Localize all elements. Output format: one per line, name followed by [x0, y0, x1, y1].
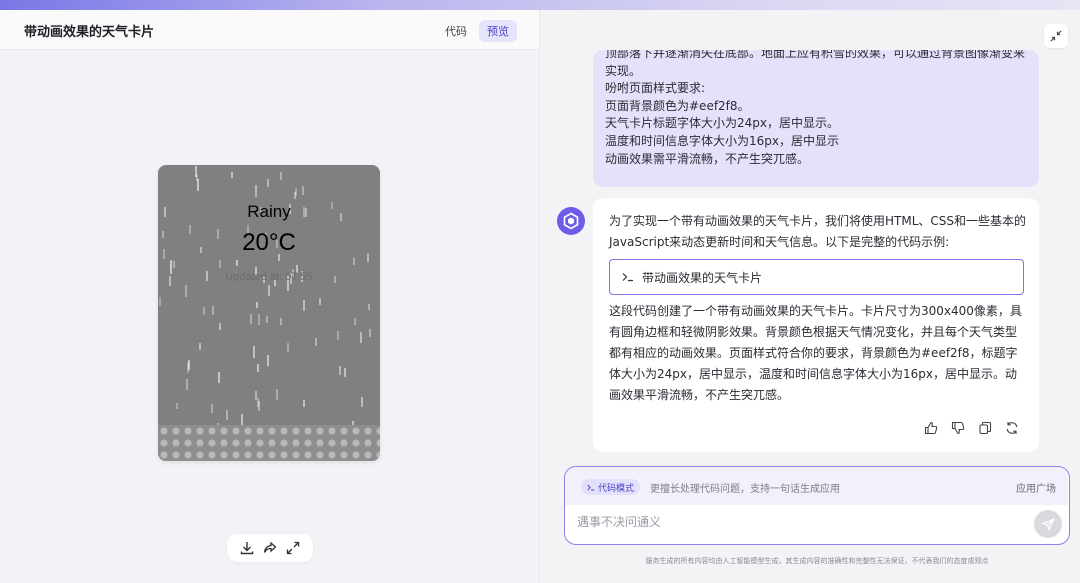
- user-message-line: 动画效果需平滑流畅，不产生突兀感。: [605, 151, 810, 166]
- send-icon: [1041, 517, 1055, 531]
- preview-header: 带动画效果的天气卡片 代码 预览: [0, 10, 539, 50]
- fullscreen-icon[interactable]: [285, 540, 301, 556]
- collapse-button[interactable]: [1044, 24, 1068, 48]
- code-mode-label: 代码模式: [598, 483, 635, 494]
- send-button[interactable]: [1034, 510, 1062, 538]
- user-message-line: 实现。: [605, 63, 642, 78]
- snow-ground: [158, 425, 380, 461]
- chat-input[interactable]: [577, 515, 1017, 529]
- download-icon[interactable]: [239, 540, 255, 556]
- thumbs-up-icon[interactable]: [923, 420, 938, 435]
- assistant-intro: 为了实现一个带有动画效果的天气卡片，我们将使用HTML、CSS和一些基本的Jav…: [609, 214, 1027, 249]
- preview-panel: 带动画效果的天气卡片 代码 预览 Rainy 20°C Updated at: …: [0, 10, 539, 583]
- preview-title: 带动画效果的天气卡片: [24, 25, 155, 40]
- code-artifact-chip[interactable]: 带动画效果的天气卡片: [609, 259, 1024, 295]
- share-icon[interactable]: [262, 540, 278, 556]
- temperature-label: 20°C: [242, 229, 296, 256]
- weather-label: Rainy: [247, 202, 291, 221]
- message-actions: [923, 420, 1019, 435]
- user-message-line: 页面背景颜色为#eef2f8。: [605, 98, 750, 113]
- user-message-line: 顶部落下并逐渐消失在底部。地面上应有积雪的效果，可以通过背景图像渐变来: [605, 50, 1026, 60]
- chat-input-box: 代码模式 更擅长处理代码问题，支持一句话生成应用 应用广场: [564, 466, 1070, 545]
- user-message-line: 温度和时间信息字体大小为16px，居中显示: [605, 133, 839, 148]
- code-mode-badge[interactable]: 代码模式: [581, 479, 641, 495]
- disclaimer: 服务生成的所有内容均由人工智能模型生成，其生成内容的准确性和完整性无法保证，不代…: [645, 557, 989, 565]
- user-message-line: 吩咐页面样式要求:: [605, 81, 706, 96]
- view-tabs: 代码 预览: [437, 20, 517, 42]
- assistant-avatar: [557, 207, 585, 235]
- tab-code[interactable]: 代码: [437, 20, 475, 42]
- tab-preview[interactable]: 预览: [479, 20, 517, 42]
- code-mode-description: 更擅长处理代码问题，支持一句话生成应用: [650, 484, 840, 495]
- user-message-line: 天气卡片标题字体大小为24px，居中显示。: [605, 116, 839, 131]
- assistant-logo-icon: [563, 212, 579, 230]
- app-plaza-link[interactable]: 应用广场: [1016, 480, 1056, 495]
- assistant-description: 这段代码创建了一个带有动画效果的天气卡片。卡片尺寸为300x400像素，具有圆角…: [609, 304, 1022, 402]
- thumbs-down-icon[interactable]: [950, 420, 965, 435]
- weather-card: Rainy 20°C Updated at: 07:55: [158, 165, 380, 461]
- terminal-icon: [587, 484, 595, 490]
- copy-icon[interactable]: [977, 420, 992, 435]
- preview-toolbar: [227, 534, 313, 562]
- regenerate-icon[interactable]: [1004, 420, 1019, 435]
- updated-time: Updated at: 07:55: [225, 271, 313, 283]
- collapse-icon: [1050, 30, 1062, 42]
- assistant-message: 为了实现一个带有动画效果的天气卡片，我们将使用HTML、CSS和一些基本的Jav…: [593, 198, 1039, 452]
- user-message: 顶部落下并逐渐消失在底部。地面上应有积雪的效果，可以通过背景图像渐变来 实现。 …: [593, 50, 1039, 187]
- code-chip-label: 带动画效果的天气卡片: [642, 270, 763, 285]
- mode-bar: 代码模式 更擅长处理代码问题，支持一句话生成应用 应用广场: [565, 467, 1068, 505]
- terminal-icon: [622, 273, 633, 282]
- top-gradient-strip: [0, 0, 1080, 10]
